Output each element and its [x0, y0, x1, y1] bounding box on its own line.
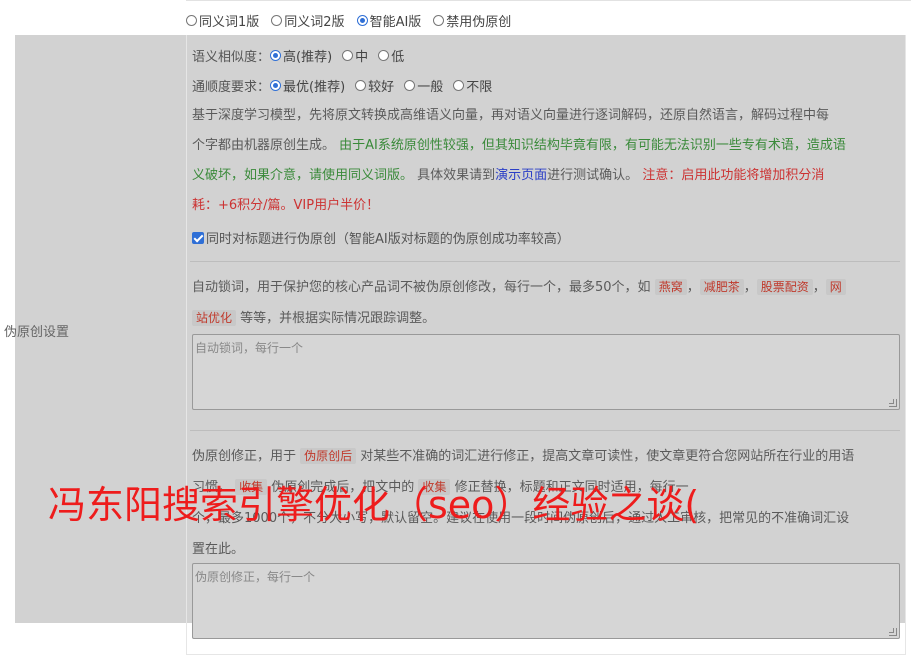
- cost-notice: 耗：+6积分/篇。VIP用户半价！: [192, 198, 380, 213]
- version-option-synonym-2[interactable]: 同义词2版: [271, 11, 345, 30]
- similarity-label: 语义相似度：: [192, 50, 271, 65]
- radio-icon[interactable]: [342, 50, 354, 61]
- description-warning: 义破坏，如果介意，请使用同义词版。: [192, 168, 414, 183]
- description-line: 置在此。: [192, 542, 245, 557]
- version-option-ai[interactable]: 智能AI版: [356, 11, 421, 30]
- lock-words-placeholder: 自动锁词，每行一个: [195, 341, 304, 355]
- fluency-option-best[interactable]: 最优(推荐): [270, 76, 345, 95]
- similarity-option-high[interactable]: 高(推荐): [270, 46, 332, 65]
- version-option-disable[interactable]: 禁用伪原创: [433, 11, 511, 30]
- description-warning: 由于AI系统原创性较强，但其知识结构毕竟有限，有可能无法识别一些专有术语，造成语: [339, 138, 846, 153]
- similarity-row: 语义相似度： 高(推荐) 中 低: [192, 46, 414, 65]
- version-selector: 同义词1版 同义词2版 智能AI版 禁用伪原创: [186, 10, 523, 30]
- resize-handle-icon[interactable]: [889, 628, 897, 636]
- radio-checked-icon[interactable]: [270, 50, 282, 61]
- title-checkbox-row[interactable]: 同时对标题进行伪原创（智能AI版对标题的伪原创成功率较高）: [192, 228, 570, 247]
- example-tag: 站优化: [192, 310, 237, 326]
- example-tag: 伪原创后: [300, 448, 357, 464]
- radio-checked-icon[interactable]: [356, 14, 368, 26]
- lock-words-description: 自动锁词，用于保护您的核心产品词不被伪原创修改，每行一个，最多50个，如 燕窝，…: [192, 272, 898, 334]
- description-line: 自动锁词，用于保护您的核心产品词不被伪原创修改，每行一个，最多50个，如 燕窝，…: [192, 272, 898, 303]
- radio-icon[interactable]: [404, 80, 416, 91]
- cost-notice: 注意：启用此功能将增加积分消: [642, 168, 825, 183]
- radio-icon[interactable]: [378, 50, 390, 61]
- radio-icon[interactable]: [453, 80, 465, 91]
- similarity-option-medium[interactable]: 中: [342, 46, 368, 65]
- lock-words-textarea[interactable]: 自动锁词，每行一个: [192, 334, 900, 410]
- radio-icon[interactable]: [186, 14, 197, 26]
- similarity-option-low[interactable]: 低: [378, 46, 404, 65]
- watermark-overlay: 冯东阳搜索引擎优化（seo）经验之谈(: [48, 483, 700, 527]
- description-line: 个字都由机器原创生成。 由于AI系统原创性较强，但其知识结构毕竟有限，有可能无法…: [192, 138, 846, 153]
- top-border: [186, 0, 911, 1]
- description-line: 义破坏，如果介意，请使用同义词版。 具体效果请到演示页面进行测试确认。 注意：启…: [192, 168, 825, 183]
- demo-page-link[interactable]: 演示页面: [495, 168, 547, 183]
- description-line: 站优化 等等，并根据实际情况跟踪调整。: [192, 303, 898, 334]
- fluency-row: 通顺度要求： 最优(推荐) 较好 一般 不限: [192, 76, 502, 95]
- description-line: 伪原创修正，用于 伪原创后 对某些不准确的词汇进行修正，提高文章可读性，使文章更…: [192, 448, 855, 464]
- radio-checked-icon[interactable]: [270, 80, 282, 91]
- example-tag: 燕窝: [654, 279, 687, 295]
- radio-icon[interactable]: [355, 80, 367, 91]
- fluency-option-normal[interactable]: 一般: [404, 76, 443, 95]
- correction-placeholder: 伪原创修正，每行一个: [195, 570, 316, 584]
- version-option-synonym-1[interactable]: 同义词1版: [186, 11, 259, 30]
- divider: [190, 430, 900, 431]
- ai-description: 基于深度学习模型，先将原文转换成高维语义向量，再对语义向量进行逐词解码，还原自然…: [192, 101, 898, 221]
- example-tag: 减肥茶: [699, 279, 744, 295]
- fluency-option-unlimited[interactable]: 不限: [453, 76, 492, 95]
- fluency-label: 通顺度要求：: [192, 80, 271, 95]
- radio-icon[interactable]: [433, 14, 445, 26]
- correction-textarea[interactable]: 伪原创修正，每行一个: [192, 563, 900, 639]
- radio-icon[interactable]: [271, 14, 283, 26]
- divider: [190, 261, 900, 262]
- section-label: 伪原创设置: [4, 325, 70, 340]
- fluency-option-good[interactable]: 较好: [355, 76, 394, 95]
- example-tag: 网: [825, 279, 846, 295]
- resize-handle-icon[interactable]: [889, 399, 897, 407]
- checkbox-checked-icon[interactable]: [192, 231, 204, 244]
- example-tag: 股票配资: [756, 279, 813, 295]
- description-line: 基于深度学习模型，先将原文转换成高维语义向量，再对语义向量进行逐词解码，还原自然…: [192, 108, 830, 123]
- title-checkbox-label: 同时对标题进行伪原创（智能AI版对标题的伪原创成功率较高）: [206, 232, 570, 247]
